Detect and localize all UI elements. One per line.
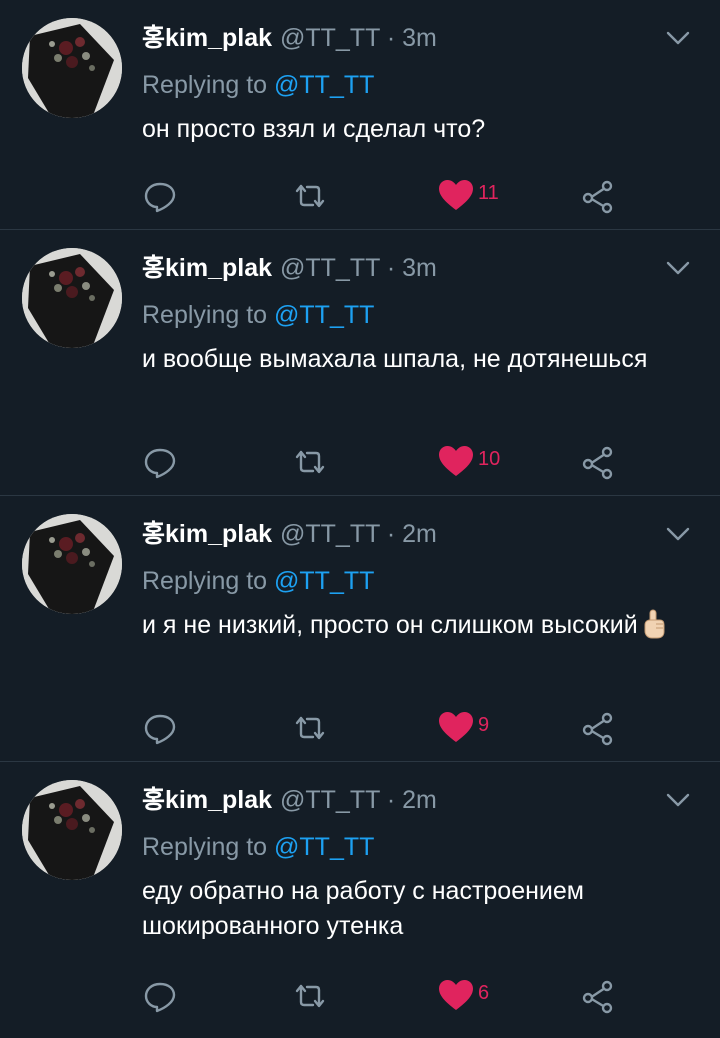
heart-icon <box>439 980 473 1010</box>
like-count: 10 <box>478 448 501 470</box>
chevron-down-icon[interactable] <box>664 254 692 282</box>
tweet-text-content: и я не низкий, просто он слишком высокий <box>142 611 638 639</box>
share-icon[interactable] <box>578 176 618 216</box>
like-count: 11 <box>478 182 499 204</box>
like-count: 6 <box>478 982 490 1004</box>
retweet-icon[interactable] <box>290 176 330 216</box>
tweet-text-content: и вообще вымахала шпала, не дотянешься <box>142 345 648 373</box>
replying-to: Replying to @TT_TT <box>142 564 374 598</box>
display-name[interactable]: 홍kim_plak <box>142 254 272 282</box>
avatar[interactable] <box>22 780 122 880</box>
replying-to: Replying to @TT_TT <box>142 298 374 332</box>
replying-prefix: Replying to <box>142 833 275 861</box>
replying-prefix: Replying to <box>142 71 275 99</box>
heart-icon <box>439 180 473 210</box>
tweet-thread: 홍kim_plak @TT_TT · 3m Replying to @TT_TT … <box>0 0 720 1038</box>
tweet[interactable]: 홍kim_plak @TT_TT · 2m Replying to @TT_TT … <box>0 496 720 762</box>
like-button[interactable]: 9 <box>436 708 526 748</box>
display-name[interactable]: 홍kim_plak <box>142 520 272 548</box>
display-name[interactable]: 홍kim_plak <box>142 786 272 814</box>
avatar[interactable] <box>22 18 122 118</box>
mention-link[interactable]: @TT_TT <box>274 301 374 329</box>
like-button[interactable]: 6 <box>436 976 526 1016</box>
tweet-text: еду обратно на работу с настроением шоки… <box>142 874 682 944</box>
retweet-icon[interactable] <box>290 708 330 748</box>
retweet-icon[interactable] <box>290 442 330 482</box>
tweet-text-content: он просто взял и сделал что? <box>142 115 486 143</box>
retweet-icon[interactable] <box>290 976 330 1016</box>
mention-link[interactable]: @TT_TT <box>274 71 374 99</box>
reply-icon[interactable] <box>140 176 180 216</box>
display-name[interactable]: 홍kim_plak <box>142 24 272 52</box>
tweet-text: он просто взял и сделал что? <box>142 112 682 147</box>
tweet-header: 홍kim_plak @TT_TT · 2m <box>142 516 437 552</box>
tweet-text: и вообще вымахала шпала, не дотянешься <box>142 342 682 377</box>
replying-prefix: Replying to <box>142 301 275 329</box>
reply-icon[interactable] <box>140 708 180 748</box>
replying-to: Replying to @TT_TT <box>142 68 374 102</box>
tweet-header: 홍kim_plak @TT_TT · 3m <box>142 20 437 56</box>
chevron-down-icon[interactable] <box>664 786 692 814</box>
mention-link[interactable]: @TT_TT <box>274 567 374 595</box>
share-icon[interactable] <box>578 976 618 1016</box>
tweet-header: 홍kim_plak @TT_TT · 3m <box>142 250 437 286</box>
like-button[interactable]: 10 <box>436 442 526 482</box>
chevron-down-icon[interactable] <box>664 520 692 548</box>
heart-icon <box>439 446 473 476</box>
share-icon[interactable] <box>578 442 618 482</box>
handle-and-time: @TT_TT · 2m <box>280 786 437 814</box>
reply-icon[interactable] <box>140 442 180 482</box>
tweet[interactable]: 홍kim_plak @TT_TT · 3m Replying to @TT_TT … <box>0 0 720 230</box>
tweet[interactable]: 홍kim_plak @TT_TT · 3m Replying to @TT_TT … <box>0 230 720 496</box>
handle-and-time: @TT_TT · 2m <box>280 520 437 548</box>
share-icon[interactable] <box>578 708 618 748</box>
like-count: 9 <box>478 714 490 736</box>
chevron-down-icon[interactable] <box>664 24 692 52</box>
mention-link[interactable]: @TT_TT <box>274 833 374 861</box>
tweet[interactable]: 홍kim_plak @TT_TT · 2m Replying to @TT_TT … <box>0 762 720 1038</box>
heart-icon <box>439 712 473 742</box>
handle-and-time: @TT_TT · 3m <box>280 24 437 52</box>
tweet-header: 홍kim_plak @TT_TT · 2m <box>142 782 437 818</box>
pointing-up-hand-emoji <box>644 609 665 639</box>
replying-prefix: Replying to <box>142 567 275 595</box>
reply-icon[interactable] <box>140 976 180 1016</box>
tweet-text-content: еду обратно на работу с настроением шоки… <box>142 877 584 940</box>
tweet-text: и я не низкий, просто он слишком высокий <box>142 608 682 643</box>
replying-to: Replying to @TT_TT <box>142 830 374 864</box>
avatar[interactable] <box>22 248 122 348</box>
avatar[interactable] <box>22 514 122 614</box>
like-button[interactable]: 11 <box>436 176 526 216</box>
handle-and-time: @TT_TT · 3m <box>280 254 437 282</box>
